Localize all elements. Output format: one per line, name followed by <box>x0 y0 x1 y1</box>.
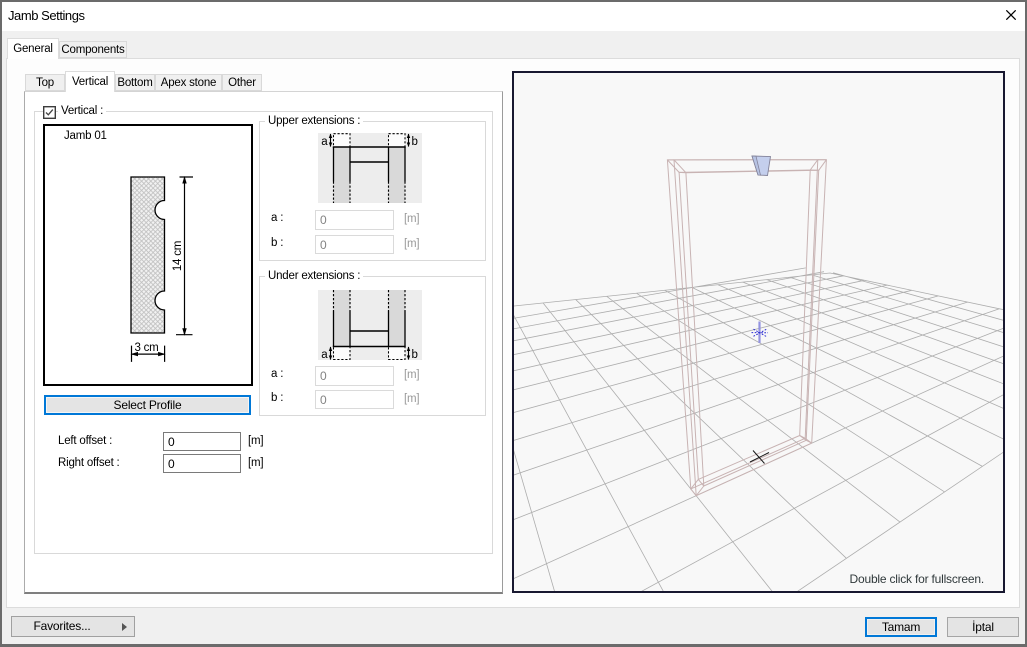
svg-text:14 cm: 14 cm <box>172 241 184 271</box>
svg-text:a: a <box>321 349 328 360</box>
svg-text:3 cm: 3 cm <box>134 342 158 354</box>
svg-text:b: b <box>412 349 418 360</box>
svg-text:a: a <box>321 136 328 148</box>
svg-text:b: b <box>412 136 418 148</box>
